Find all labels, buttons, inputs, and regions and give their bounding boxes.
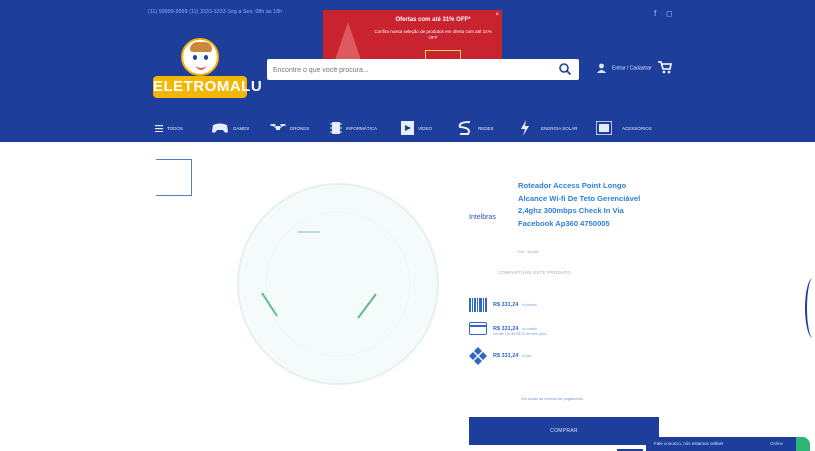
facebook-icon[interactable]: f: [654, 9, 656, 18]
product-thumbnail[interactable]: [156, 159, 192, 196]
account-link[interactable]: Entrar / Cadastrar: [597, 63, 652, 73]
chat-widget[interactable]: Fale conosco, nós estamos online! Online: [646, 437, 810, 451]
film-icon: [401, 121, 414, 135]
logo-text: ELETROMALU: [153, 76, 262, 98]
nav-video[interactable]: VÍDEO: [401, 115, 432, 141]
contact-bar: (11) 99999-9999 (11) 3333-3333 Seg a Sex…: [148, 9, 283, 15]
christmas-tree-icon: [335, 22, 361, 60]
payment-options-link[interactable]: Ver todas as formas de pagamento: [521, 396, 583, 401]
price-value-cartao: R$ 331,24: [493, 325, 519, 332]
instagram-icon[interactable]: ◻: [666, 9, 673, 18]
card-icon: [469, 322, 487, 335]
promo-banner[interactable]: Ofertas com até 31% OFF* Confira nossa s…: [323, 10, 502, 66]
nav-informatica[interactable]: INFORMÁTICA: [330, 115, 377, 141]
site-header: (11) 99999-9999 (11) 3333-3333 Seg a Sex…: [0, 0, 815, 142]
wifi-icon: [458, 121, 471, 135]
side-widget-edge: [805, 278, 815, 338]
price-cartao: R$ 331,24 no cartão em até 12x de R$ 27,…: [469, 322, 547, 336]
buy-button[interactable]: COMPRAR: [469, 417, 659, 445]
barcode-icon: [469, 298, 487, 312]
pix-icon: [469, 347, 487, 365]
promo-subtitle: Confira nossa seleção de produtos em ofe…: [374, 29, 492, 40]
price-value-pix: R$ 331,24: [493, 353, 519, 359]
chat-status: Online: [770, 441, 784, 446]
promo-close-icon[interactable]: ×: [495, 12, 499, 18]
drone-icon: [270, 124, 286, 130]
bolt-icon: [521, 120, 529, 136]
product-title: Roteador Access Point Longo Alcance Wi-f…: [518, 181, 641, 228]
gamepad-icon: [212, 123, 228, 133]
site-logo[interactable]: ELETROMALU: [153, 38, 262, 102]
accessory-icon: [596, 121, 612, 135]
product-image[interactable]: [232, 178, 444, 390]
share-label[interactable]: COMPARTILHE ESTE PRODUTO: [498, 270, 571, 275]
product-vendor[interactable]: Intelbras: [469, 214, 496, 221]
chat-text: Fale conosco, nós estamos online!: [654, 441, 724, 446]
hamburger-icon: [155, 124, 163, 132]
price-value-boleto: R$ 331,24: [493, 302, 519, 308]
nav-acessorios[interactable]: ACESSÓRIOS: [596, 115, 652, 141]
search-icon[interactable]: [557, 61, 573, 77]
nav-games[interactable]: GAMES: [211, 115, 249, 141]
nav-energia-solar[interactable]: ENERGIA SOLAR: [521, 115, 578, 141]
cart-icon[interactable]: [658, 61, 672, 74]
chip-icon: [330, 122, 342, 134]
installments-text: em até 12x de R$ 27,60 sem juros: [493, 332, 547, 336]
account-label: Entrar / Cadastrar: [612, 65, 652, 72]
whatsapp-icon[interactable]: [796, 437, 810, 451]
search-bar: [267, 59, 579, 80]
nav-redes[interactable]: REDES: [456, 115, 494, 141]
nav-drones[interactable]: DRONES: [270, 115, 309, 141]
product-sku: Ref.: Ap360: [518, 249, 539, 254]
user-icon: [597, 63, 606, 73]
search-input[interactable]: [271, 61, 555, 79]
nav-todos[interactable]: TODOS: [155, 115, 183, 141]
price-boleto: R$ 331,24 no boleto: [469, 298, 537, 312]
promo-title: Ofertas com até 31% OFF*: [395, 17, 471, 23]
mascot-icon: [181, 38, 219, 76]
price-pix: R$ 331,24 no pix: [469, 347, 532, 365]
